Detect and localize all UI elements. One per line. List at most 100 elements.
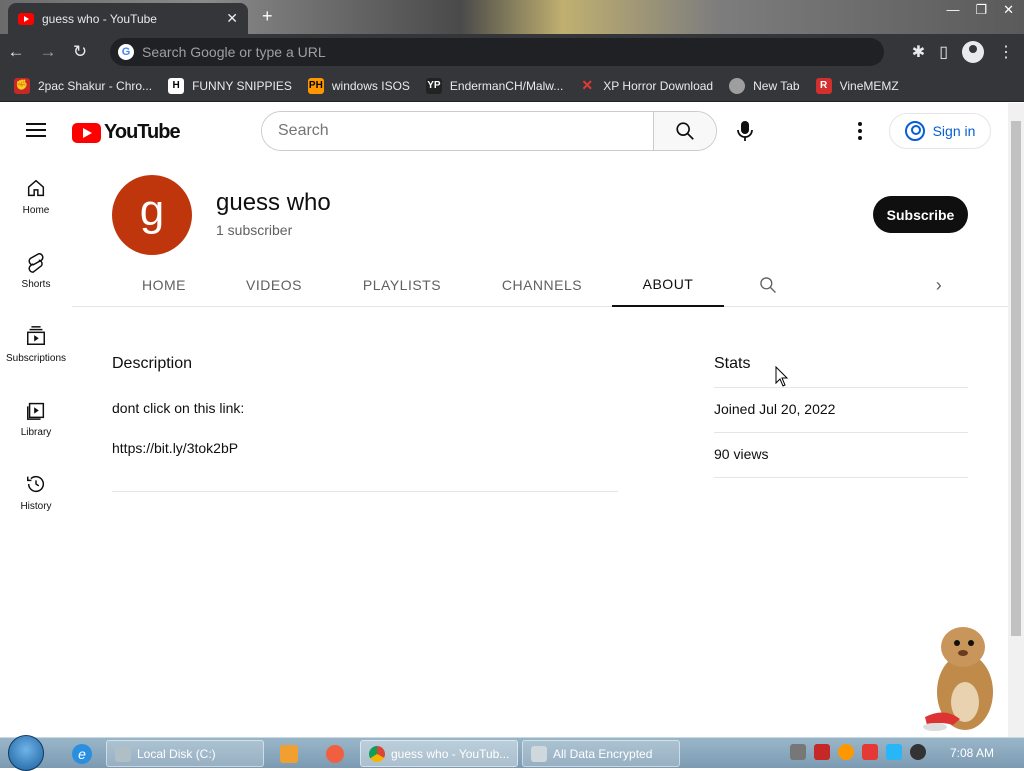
search-button[interactable]: [653, 112, 716, 150]
mouse-cursor-icon: [775, 366, 789, 387]
sign-in-button[interactable]: Sign in: [889, 113, 991, 149]
youtube-page: YouTube Sign in Home Shorts Subscriptio: [0, 103, 1024, 737]
tab-home[interactable]: HOME: [112, 263, 216, 307]
close-tab-icon[interactable]: ✕: [226, 10, 238, 27]
globe-icon: [729, 77, 746, 94]
divider: [714, 477, 968, 478]
clock[interactable]: 7:08 AM: [950, 746, 994, 760]
extensions-icon[interactable]: ✱: [912, 42, 925, 62]
stats-title: Stats: [714, 355, 751, 372]
tab-about[interactable]: ABOUT: [612, 263, 724, 307]
bookmark-item[interactable]: PH windows ISOS: [307, 77, 410, 94]
settings-menu-icon[interactable]: [850, 119, 870, 143]
new-tab-icon[interactable]: +: [262, 6, 273, 27]
divider: [112, 491, 618, 492]
tray-v-icon[interactable]: [814, 744, 830, 760]
tray-monitor-icon[interactable]: [886, 744, 902, 760]
tab-strip: guess who - YouTube ✕ + — ❐ ✕: [0, 0, 1024, 34]
chrome-icon: [369, 745, 385, 762]
x-icon: ✕: [581, 77, 594, 93]
home-icon: [27, 179, 45, 196]
bookmark-item[interactable]: R VineMEMZ: [815, 77, 899, 94]
side-panel-icon[interactable]: ▯: [939, 42, 948, 62]
channel-search-button[interactable]: [752, 263, 784, 307]
r-icon: R: [815, 77, 832, 94]
scrollbar-thumb[interactable]: [1011, 121, 1021, 636]
browser-tab[interactable]: guess who - YouTube ✕: [8, 3, 248, 34]
ph-icon: PH: [307, 77, 324, 94]
window-icon: [531, 745, 547, 762]
reload-icon[interactable]: ↻: [64, 42, 96, 62]
subscribe-button[interactable]: Subscribe: [873, 196, 968, 233]
bookmark-item[interactable]: YP EndermanCH/Malw...: [425, 77, 563, 94]
browser-menu-icon[interactable]: ⋮: [998, 42, 1014, 62]
guide-item-history[interactable]: History: [0, 455, 72, 529]
divider: [714, 387, 968, 388]
guide-sidebar: Home Shorts Subscriptions Library Histor…: [0, 159, 72, 529]
address-placeholder: Search Google or type a URL: [142, 44, 326, 60]
youtube-play-icon: [72, 122, 101, 143]
taskbar-label: Local Disk (C:): [137, 746, 216, 761]
taskbar-item-chrome[interactable]: guess who - YouTub...: [360, 740, 518, 767]
guide-label: Library: [20, 426, 52, 438]
microphone-icon: [737, 121, 753, 141]
tab-playlists[interactable]: PLAYLISTS: [342, 263, 462, 307]
start-button[interactable]: [8, 735, 44, 771]
description-title: Description: [112, 355, 193, 372]
bookmark-item[interactable]: New Tab: [729, 77, 800, 94]
youtube-logo[interactable]: YouTube: [72, 121, 181, 144]
channel-avatar[interactable]: g: [112, 175, 192, 255]
internet-explorer-icon[interactable]: e: [72, 744, 92, 764]
bookmark-item[interactable]: H FUNNY SNIPPIES: [168, 77, 292, 94]
address-bar[interactable]: G Search Google or type a URL: [110, 38, 884, 66]
bookmark-label: windows ISOS: [331, 78, 410, 93]
hamster-mascot-icon: [923, 627, 993, 731]
guide-item-subscriptions[interactable]: Subscriptions: [0, 307, 72, 381]
yp-icon: YP: [425, 77, 442, 94]
tab-channels[interactable]: CHANNELS: [482, 263, 602, 307]
search-input[interactable]: [262, 112, 653, 150]
bookmark-item[interactable]: ✊ 2pac Shakur - Chro...: [14, 77, 153, 94]
guide-item-shorts[interactable]: Shorts: [0, 233, 72, 307]
chevron-right-icon[interactable]: ›: [927, 263, 951, 307]
search-icon: [760, 277, 776, 293]
forward-icon[interactable]: →: [32, 42, 64, 62]
bookmark-item[interactable]: ✕ XP Horror Download: [579, 77, 713, 94]
taskbar: e Local Disk (C:) guess who - YouTub... …: [0, 735, 1024, 771]
close-window-icon[interactable]: ✕: [1003, 2, 1014, 18]
paint-icon[interactable]: [326, 745, 344, 763]
tray-flag-icon[interactable]: [862, 744, 878, 760]
sign-in-label: Sign in: [932, 123, 976, 139]
guide-label: Subscriptions: [5, 352, 67, 364]
tray-volume-icon[interactable]: [910, 744, 926, 760]
restore-icon[interactable]: ❐: [975, 2, 987, 18]
taskbar-item-local-disk[interactable]: Local Disk (C:): [106, 740, 264, 767]
tray-search-icon[interactable]: [838, 744, 854, 760]
minimize-icon[interactable]: —: [946, 2, 959, 18]
library-icon: [27, 402, 45, 420]
tray-app-icon[interactable]: [790, 744, 806, 760]
view-count: 90 views: [714, 446, 769, 462]
system-tray: [790, 744, 926, 760]
drive-icon: [115, 745, 131, 762]
menu-icon[interactable]: [26, 123, 46, 137]
media-player-icon[interactable]: [280, 745, 298, 763]
scrollbar[interactable]: [1008, 103, 1024, 737]
guide-item-library[interactable]: Library: [0, 381, 72, 455]
bookmark-label: FUNNY SNIPPIES: [192, 78, 292, 93]
description-link[interactable]: https://bit.ly/3tok2bP: [112, 440, 238, 456]
divider: [714, 432, 968, 433]
guide-label: Shorts: [21, 278, 51, 290]
window-controls: — ❐ ✕: [946, 2, 1014, 18]
back-icon[interactable]: ←: [0, 42, 32, 62]
profile-icon[interactable]: [962, 41, 984, 63]
logo-text: YouTube: [104, 121, 181, 143]
tab-videos[interactable]: VIDEOS: [224, 263, 324, 307]
h-icon: H: [168, 77, 185, 94]
bookmark-label: 2pac Shakur - Chro...: [38, 78, 153, 93]
guide-item-home[interactable]: Home: [0, 159, 72, 233]
history-icon: [27, 475, 45, 492]
voice-search-button[interactable]: [725, 111, 765, 151]
channel-name: guess who: [216, 189, 331, 216]
taskbar-item-all-data-encrypted[interactable]: All Data Encrypted: [522, 740, 680, 767]
